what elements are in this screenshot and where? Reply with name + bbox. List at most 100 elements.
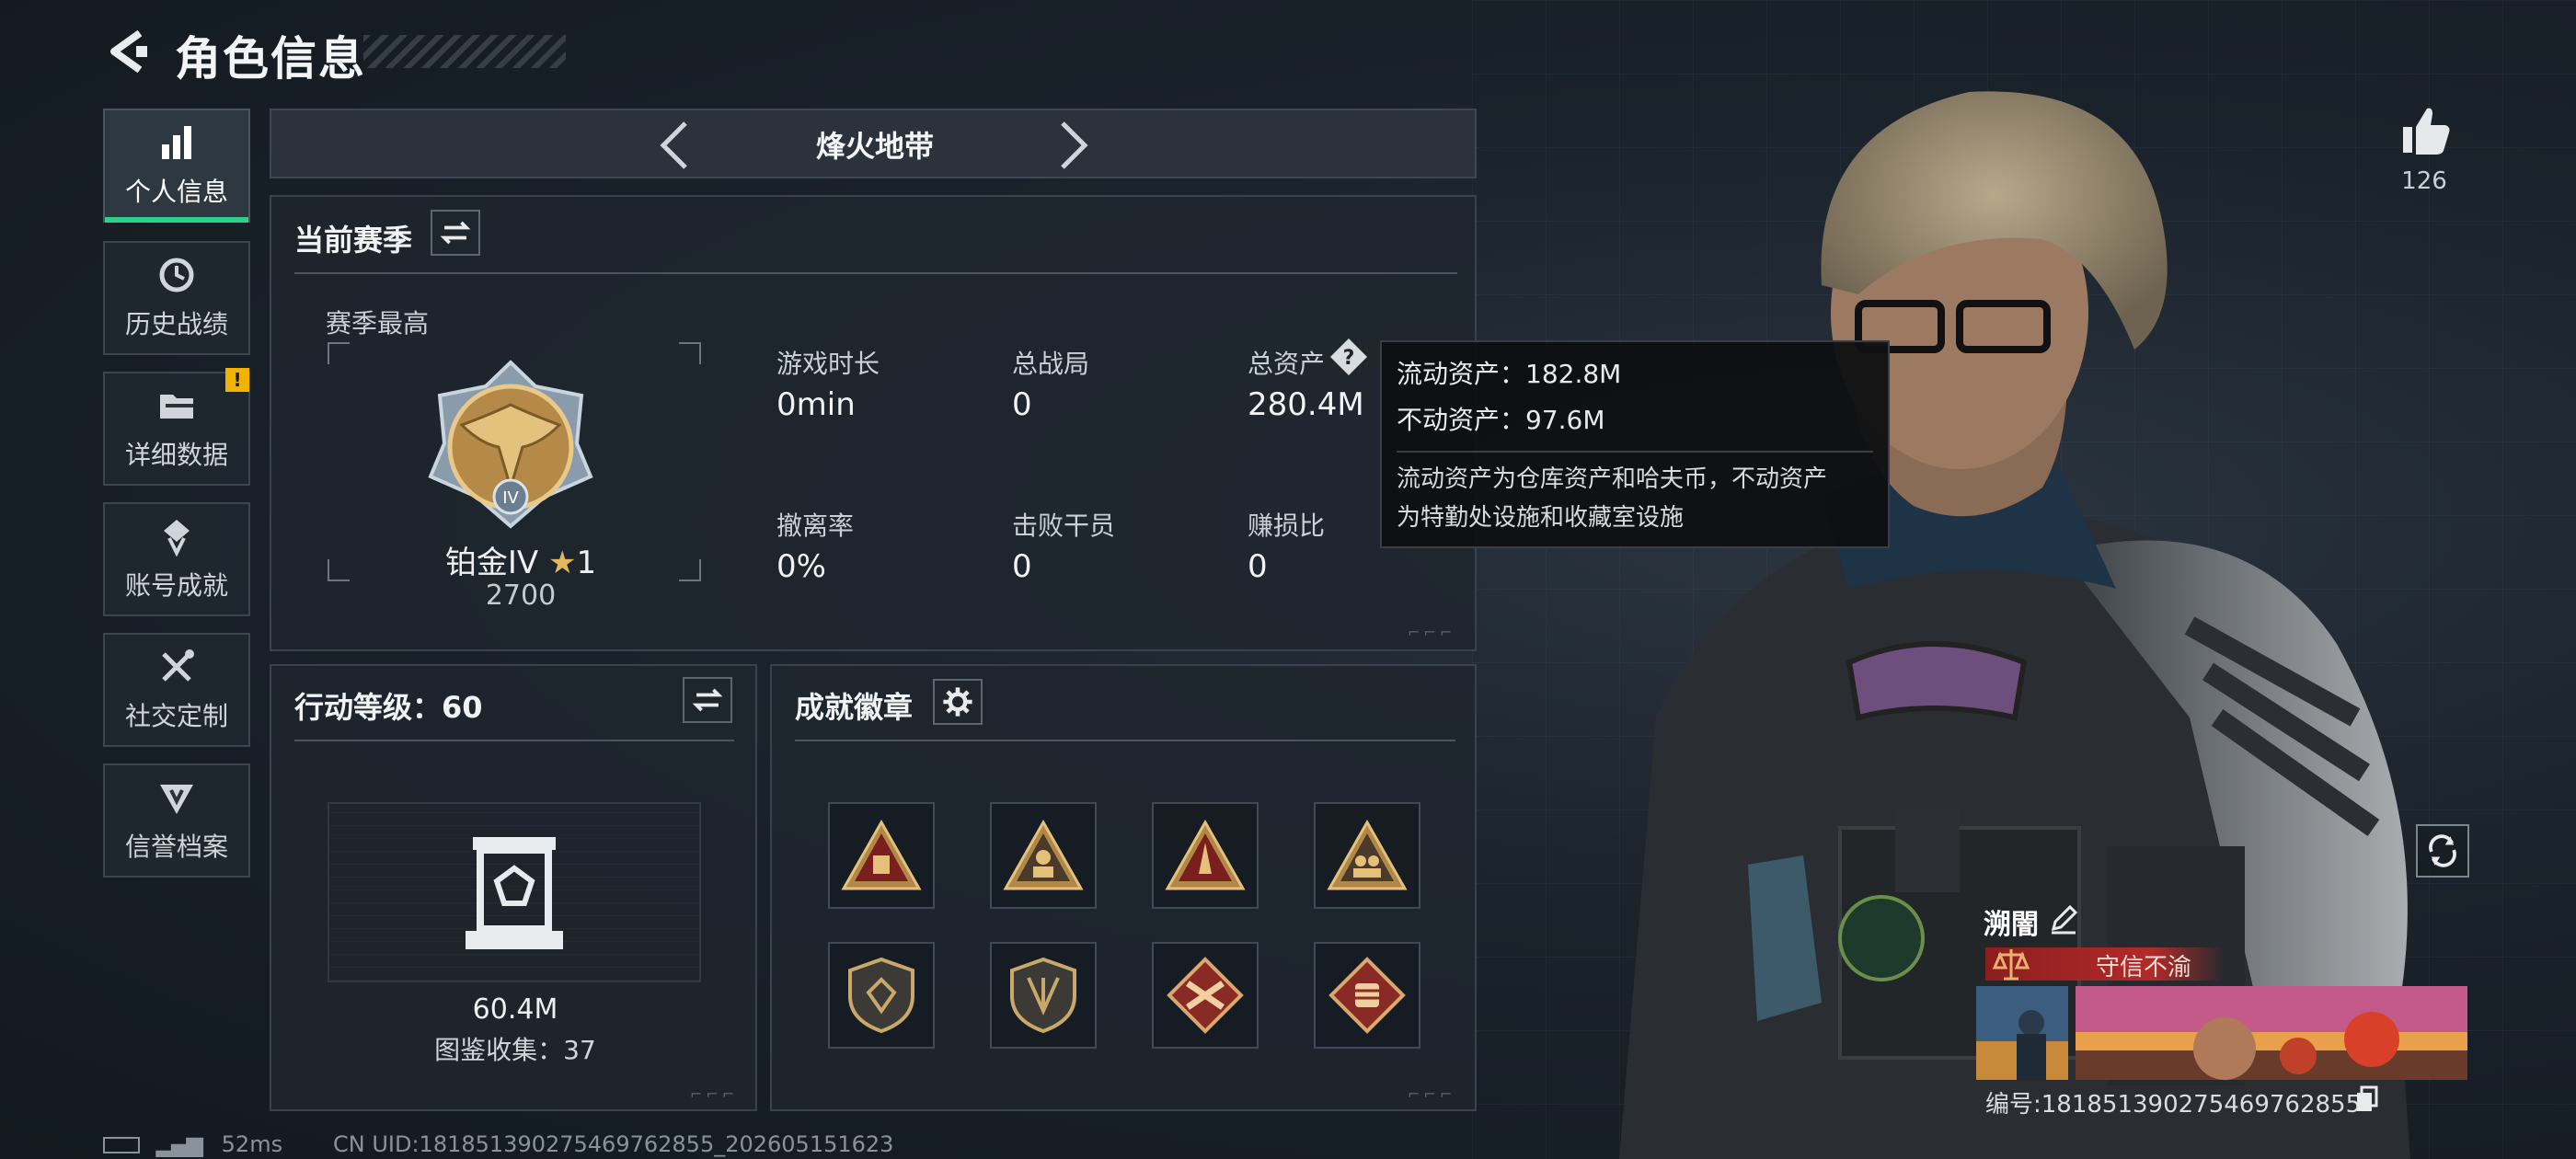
badge-rocket[interactable] bbox=[1152, 802, 1259, 909]
season-title: 当前赛季 bbox=[294, 223, 413, 258]
bar-chart-icon bbox=[162, 126, 191, 159]
tools-icon bbox=[162, 649, 194, 682]
frame-corner bbox=[679, 559, 701, 581]
badge-supply[interactable] bbox=[828, 802, 935, 909]
reputation-shield-icon bbox=[160, 785, 193, 814]
chevron-right-icon[interactable] bbox=[1055, 120, 1092, 171]
wing-shield-badge-icon bbox=[1010, 957, 1076, 1034]
star-icon: ★ bbox=[547, 545, 577, 581]
scales-icon bbox=[1992, 949, 2030, 981]
platinum-rank-emblem-icon: IV bbox=[428, 360, 593, 529]
back-arrow-icon[interactable] bbox=[103, 28, 151, 75]
frame-corner bbox=[328, 342, 350, 364]
battery-icon bbox=[103, 1137, 140, 1153]
help-icon[interactable]: ? bbox=[1328, 337, 1369, 377]
fist-diamond-badge-icon bbox=[1328, 957, 1406, 1034]
title-tag-text: 守信不渝 bbox=[2096, 954, 2192, 981]
badge-wing-shield[interactable] bbox=[990, 942, 1097, 1049]
copy-icon[interactable] bbox=[2353, 1085, 2379, 1113]
stat-value-total-assets: 280.4M bbox=[1248, 386, 1364, 423]
collection-value: 60.4M bbox=[472, 993, 558, 1026]
corner-marks: ⌐⌐⌐ bbox=[1408, 1085, 1456, 1103]
sidebar-item-label: 详细数据 bbox=[124, 440, 228, 470]
badge-soldier[interactable] bbox=[990, 802, 1097, 909]
rank-score: 2700 bbox=[485, 580, 557, 612]
rank-name: 铂金IV bbox=[444, 545, 539, 581]
edit-name-icon[interactable] bbox=[2048, 903, 2079, 935]
badge-settings-button[interactable] bbox=[933, 679, 983, 725]
tooltip-desc-line-1: 流动资产为仓库资产和哈夫币，不动资产 bbox=[1397, 465, 1828, 493]
page-title: 角色信息 bbox=[175, 32, 366, 86]
corner-marks: ⌐⌐⌐ bbox=[1408, 624, 1456, 641]
action-level-title: 行动等级：60 bbox=[294, 690, 483, 725]
frame-corner bbox=[679, 342, 701, 364]
uid-text: CN UID:181851390275469762855_20260515162… bbox=[333, 1131, 894, 1157]
sidebar-item-social[interactable]: 社交定制 bbox=[103, 633, 250, 747]
season-best-label: 赛季最高 bbox=[326, 308, 430, 339]
signal-icon: ▂▄▆ bbox=[155, 1131, 203, 1157]
shield-emblem-badge-icon bbox=[848, 957, 914, 1034]
assets-tooltip: 流动资产：182.8M 不动资产：97.6M 流动资产为仓库资产和哈夫币，不动资… bbox=[1380, 340, 1890, 548]
badge-shield[interactable] bbox=[828, 942, 935, 1049]
divider bbox=[294, 272, 1457, 274]
swap-season-button[interactable] bbox=[431, 210, 480, 256]
rocket-triangle-badge-icon bbox=[1165, 819, 1246, 890]
achievement-icon bbox=[164, 520, 190, 557]
refresh-button[interactable] bbox=[2416, 824, 2469, 878]
badges-title: 成就徽章 bbox=[795, 690, 914, 725]
sidebar-item-label: 历史战绩 bbox=[124, 309, 228, 339]
stat-value-total-matches: 0 bbox=[1012, 386, 1032, 423]
sidebar-item-personal-info[interactable]: 个人信息 bbox=[103, 109, 250, 223]
title-decoration bbox=[363, 35, 566, 68]
stat-value-kills: 0 bbox=[1012, 548, 1032, 585]
sidebar-item-reputation[interactable]: 信誉档案 bbox=[103, 763, 250, 878]
folder-icon bbox=[160, 395, 193, 419]
sidebar-item-label: 账号成就 bbox=[124, 570, 228, 601]
svg-text:?: ? bbox=[1343, 347, 1355, 370]
sidebar-item-label: 信誉档案 bbox=[124, 832, 228, 862]
crossed-weapons-badge-icon bbox=[1167, 957, 1244, 1034]
corner-marks: ⌐⌐⌐ bbox=[690, 1085, 739, 1103]
stat-value-profit-ratio: 0 bbox=[1248, 548, 1268, 585]
stat-label-kills: 击败干员 bbox=[1012, 511, 1116, 541]
stat-label-profit-ratio: 赚损比 bbox=[1248, 511, 1326, 541]
stat-value-playtime: 0min bbox=[776, 386, 856, 423]
divider bbox=[294, 740, 734, 741]
squad-triangle-badge-icon bbox=[1327, 819, 1408, 890]
badge-squad[interactable] bbox=[1314, 802, 1420, 909]
frame-corner bbox=[328, 559, 350, 581]
stat-value-extract-rate: 0% bbox=[776, 548, 826, 585]
emblem-numeral: IV bbox=[502, 488, 519, 508]
tooltip-description: 流动资产为仓库资产和哈夫币，不动资产 为特勤处设施和收藏室设施 bbox=[1397, 451, 1873, 537]
status-bar: ▂▄▆ 52ms bbox=[103, 1131, 282, 1157]
mode-selector: 烽火地带 bbox=[270, 109, 1477, 178]
sidebar-item-history[interactable]: 历史战绩 bbox=[103, 241, 250, 355]
sidebar-item-label: 个人信息 bbox=[124, 177, 228, 207]
badge-crossed-weapons[interactable] bbox=[1152, 942, 1259, 1049]
supply-triangle-badge-icon bbox=[841, 819, 922, 890]
collection-count: 图鉴收集：37 bbox=[434, 1035, 596, 1065]
sidebar-item-label: 社交定制 bbox=[124, 701, 228, 731]
soldier-triangle-badge-icon bbox=[1003, 819, 1084, 890]
swap-level-button[interactable] bbox=[683, 677, 732, 723]
like-count: 126 bbox=[2401, 167, 2447, 195]
tooltip-desc-line-2: 为特勤处设施和收藏室设施 bbox=[1397, 504, 1685, 532]
stat-label-extract-rate: 撤离率 bbox=[776, 511, 855, 541]
tooltip-fixed-assets: 不动资产：97.6M bbox=[1397, 405, 1605, 435]
mode-title: 烽火地带 bbox=[815, 129, 934, 164]
thumbs-up-icon[interactable] bbox=[2398, 103, 2453, 158]
profile-banner[interactable] bbox=[1976, 986, 2467, 1080]
player-id: 编号:181851390275469762855 bbox=[1985, 1091, 2362, 1119]
history-clock-icon bbox=[159, 258, 194, 293]
rank-line: 铂金IV ★1 bbox=[429, 537, 613, 582]
sidebar-item-achievements[interactable]: 账号成就 bbox=[103, 502, 250, 616]
stat-label-total-matches: 总战局 bbox=[1012, 349, 1090, 379]
tooltip-liquid-assets: 流动资产：182.8M bbox=[1397, 359, 1622, 389]
badge-fist[interactable] bbox=[1314, 942, 1420, 1049]
rank-stars: 1 bbox=[576, 545, 597, 581]
player-name: 溯闇 bbox=[1984, 909, 2039, 941]
ping-value: 52ms bbox=[221, 1131, 283, 1157]
stat-label-playtime: 游戏时长 bbox=[776, 349, 880, 379]
divider bbox=[795, 740, 1455, 741]
stat-label-total-assets: 总资产 bbox=[1248, 349, 1326, 379]
